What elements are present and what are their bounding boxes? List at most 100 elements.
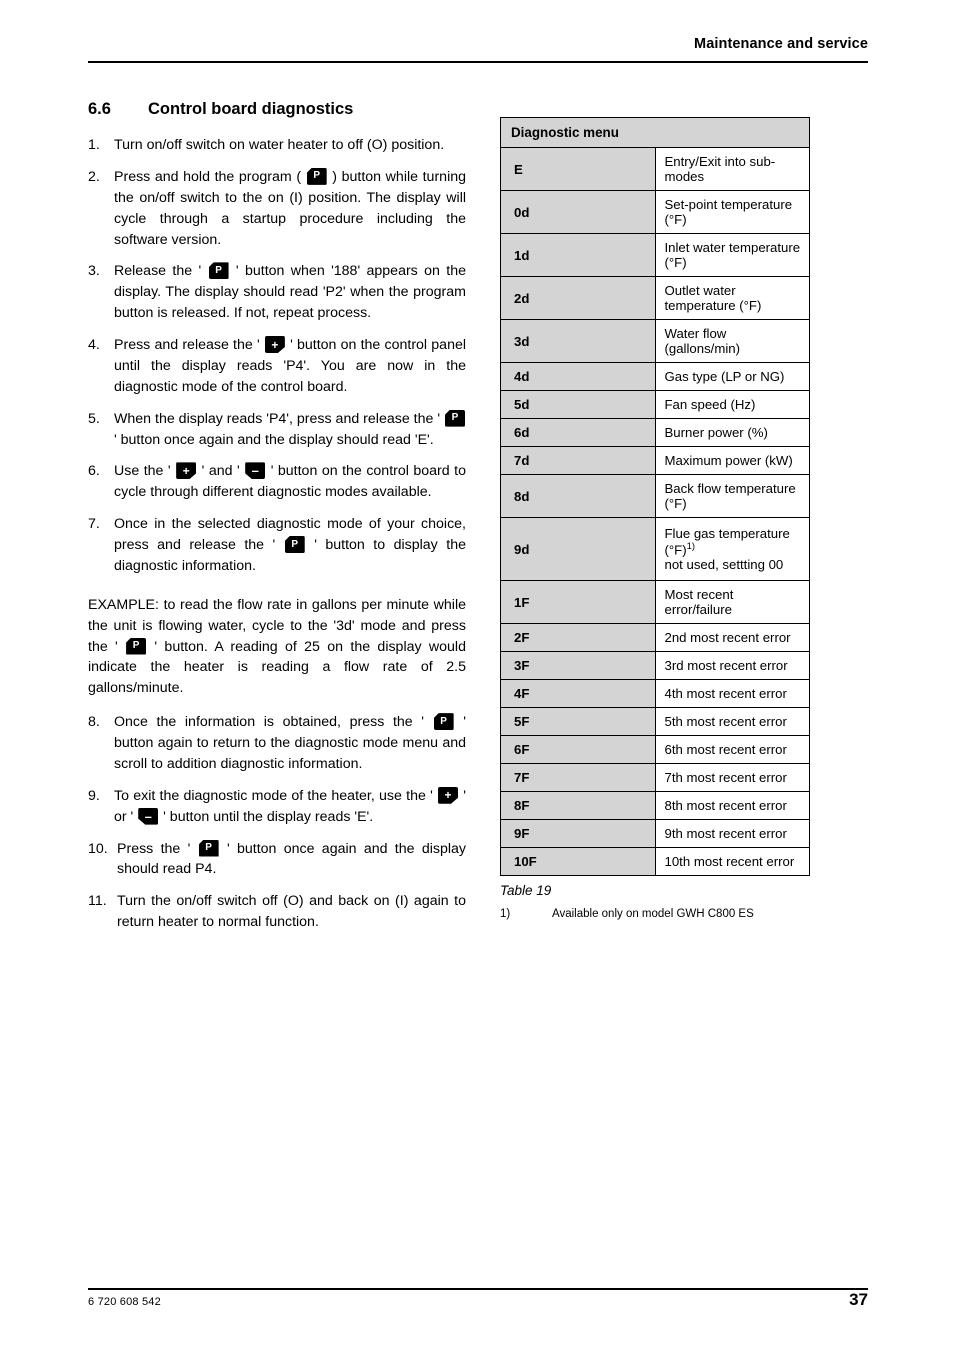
- table-row: 1d Inlet water temperature (°F): [500, 233, 810, 277]
- table-row: 0d Set-point temperature (°F): [500, 190, 810, 234]
- diagnostic-description-cell: 9th most recent error: [654, 819, 810, 849]
- table-row: 8d Back flow temperature (°F): [500, 474, 810, 518]
- section-heading: 6.6 Control board diagnostics: [88, 100, 466, 119]
- step-number: 9.: [88, 787, 100, 804]
- program-button-icon: P: [126, 637, 147, 655]
- step-number: 10.: [88, 840, 108, 857]
- button-icon-label: +: [444, 788, 452, 803]
- program-button-icon: P: [445, 409, 465, 427]
- diagnostic-description-cell: Back flow temperature (°F): [654, 474, 810, 518]
- diagnostic-code-cell: 1d: [500, 233, 656, 277]
- procedure-step: 7. Once in the selected diagnostic mode o…: [88, 516, 466, 574]
- step-number: 11.: [88, 893, 107, 910]
- table-row: 1F Most recent error/failure: [500, 580, 810, 625]
- plus-button-icon: +: [265, 336, 285, 353]
- table-footnote: 1) Available only on model GWH C800 ES: [500, 908, 810, 920]
- table-row: 6d Burner power (%): [500, 418, 810, 447]
- procedure-step: 2. Press and hold the program ( P ) butto…: [88, 167, 466, 248]
- procedure-step: 10. Press the ' P ' button once again and…: [88, 839, 467, 878]
- table-row: 6F 6th most recent error: [500, 735, 810, 765]
- table-row: 7d Maximum power (kW): [500, 446, 810, 475]
- diagnostic-description-cell: Gas type (LP or NG): [654, 362, 810, 391]
- diagnostic-description-cell: 4th most recent error: [654, 679, 810, 709]
- diagnostic-description-cell: 3rd most recent error: [654, 651, 810, 681]
- diagnostic-code-cell: 4F: [500, 679, 656, 709]
- table-row: 3F 3rd most recent error: [500, 651, 810, 681]
- table-row: E Entry/Exit into sub-modes: [500, 147, 810, 191]
- diagnostic-code-cell: 9F: [500, 819, 656, 849]
- table-header-row: Diagnostic menu: [500, 117, 810, 148]
- diagnostic-code-cell: 3d: [500, 319, 656, 363]
- procedure-step: 6. Use the ' + ' and ' – ' button on the …: [88, 462, 466, 501]
- diagnostic-code-cell: 10F: [500, 847, 656, 877]
- program-button-icon: P: [306, 167, 327, 185]
- diagnostic-code-cell: 2d: [500, 276, 656, 320]
- header-divider: [88, 61, 868, 63]
- step-number: 5.: [88, 410, 100, 427]
- left-text-column: 6.6 Control board diagnostics 1. Turn on/…: [88, 100, 466, 944]
- diagnostic-code-cell: 5F: [500, 707, 656, 737]
- program-button-icon: P: [433, 713, 454, 731]
- diagnostic-description-cell: Outlet water temperature (°F): [654, 276, 810, 320]
- plus-button-icon: +: [438, 787, 458, 804]
- diagnostic-description-cell: 6th most recent error: [654, 735, 810, 765]
- diagnostic-description-cell: 7th most recent error: [654, 763, 810, 793]
- step-number: 7.: [88, 516, 100, 533]
- diagnostic-code-cell: E: [500, 147, 656, 191]
- step-number: 1.: [88, 137, 100, 153]
- diagnostic-description-cell: Burner power (%): [654, 418, 810, 447]
- diagnostic-code-cell: 0d: [500, 190, 656, 234]
- table-row: 5d Fan speed (Hz): [500, 390, 810, 419]
- diagnostic-code-cell: 8F: [500, 791, 656, 821]
- procedure-step: 9. To exit the diagnostic mode of the hea…: [88, 787, 466, 825]
- diagnostic-code-cell: 9d: [500, 516, 656, 582]
- right-table-column: Diagnostic menu E Entry/Exit into sub-mod…: [500, 117, 810, 920]
- diagnostic-description-cell: Flue gas temperature (°F)1) not used, set…: [654, 516, 810, 582]
- button-icon-label: –: [144, 808, 152, 824]
- table-row: 9d Flue gas temperature (°F)1) not used, s…: [500, 516, 810, 582]
- table-body: E Entry/Exit into sub-modes 0d Set-point te…: [500, 147, 810, 877]
- table-row: 3d Water flow (gallons/min): [500, 319, 810, 363]
- diagnostic-description-line2: not used, settting 00: [664, 557, 784, 573]
- table-row: 2d Outlet water temperature (°F): [500, 276, 810, 320]
- procedure-step: 8. Once the information is obtained, pres…: [88, 713, 466, 772]
- section-title: Control board diagnostics: [148, 100, 354, 118]
- step-number: 3.: [88, 263, 100, 280]
- step-number: 8.: [88, 714, 100, 731]
- table-row: 9F 9th most recent error: [500, 819, 810, 849]
- diagnostic-code-cell: 2F: [500, 623, 656, 653]
- table-row: 10F 10th most recent error: [500, 847, 810, 877]
- table-row: 7F 7th most recent error: [500, 763, 810, 793]
- procedure-steps-list-continued: 8. Once the information is obtained, pres…: [88, 712, 466, 933]
- procedure-step: 1. Turn on/off switch on water heater to …: [88, 135, 466, 156]
- diagnostic-description-cell: Inlet water temperature (°F): [654, 233, 810, 277]
- diagnostic-description-cell: Set-point temperature (°F): [654, 190, 810, 234]
- page-header-title: Maintenance and service: [694, 36, 868, 52]
- button-icon-label: P: [205, 842, 212, 853]
- table-header-title: Diagnostic menu: [500, 117, 810, 148]
- button-icon-label: P: [291, 538, 299, 550]
- diagnostic-description-cell: Entry/Exit into sub-modes: [654, 147, 810, 191]
- table-row: 8F 8th most recent error: [500, 791, 810, 821]
- diagnostic-code-cell: 7d: [500, 446, 656, 475]
- procedure-step: 5. When the display reads 'P4', press and…: [88, 409, 466, 451]
- diagnostic-description-cell: Maximum power (kW): [654, 446, 810, 475]
- button-icon-label: +: [182, 463, 190, 478]
- table-caption: Table 19: [500, 883, 552, 899]
- diagnostic-description-cell: Fan speed (Hz): [654, 390, 810, 419]
- table-row: 4d Gas type (LP or NG): [500, 362, 810, 391]
- program-button-icon: P: [284, 536, 305, 553]
- document-page: Maintenance and service 6.6 Control boar…: [0, 0, 954, 1350]
- diagnostic-code-cell: 6F: [500, 735, 656, 765]
- diagnostic-description-cell: 8th most recent error: [654, 791, 810, 821]
- button-icon-label: –: [251, 463, 259, 479]
- button-icon-label: P: [132, 640, 140, 651]
- footnote-marker: 1): [500, 908, 511, 921]
- diagnostic-description-cell: Water flow (gallons/min): [654, 319, 810, 363]
- program-button-icon: P: [198, 839, 219, 857]
- footer-page-number: 37: [849, 1290, 868, 1309]
- diagnostic-code-cell: 3F: [500, 651, 656, 681]
- diagnostic-code-cell: 7F: [500, 763, 656, 793]
- plus-button-icon: +: [176, 462, 196, 479]
- button-icon-label: P: [215, 264, 222, 276]
